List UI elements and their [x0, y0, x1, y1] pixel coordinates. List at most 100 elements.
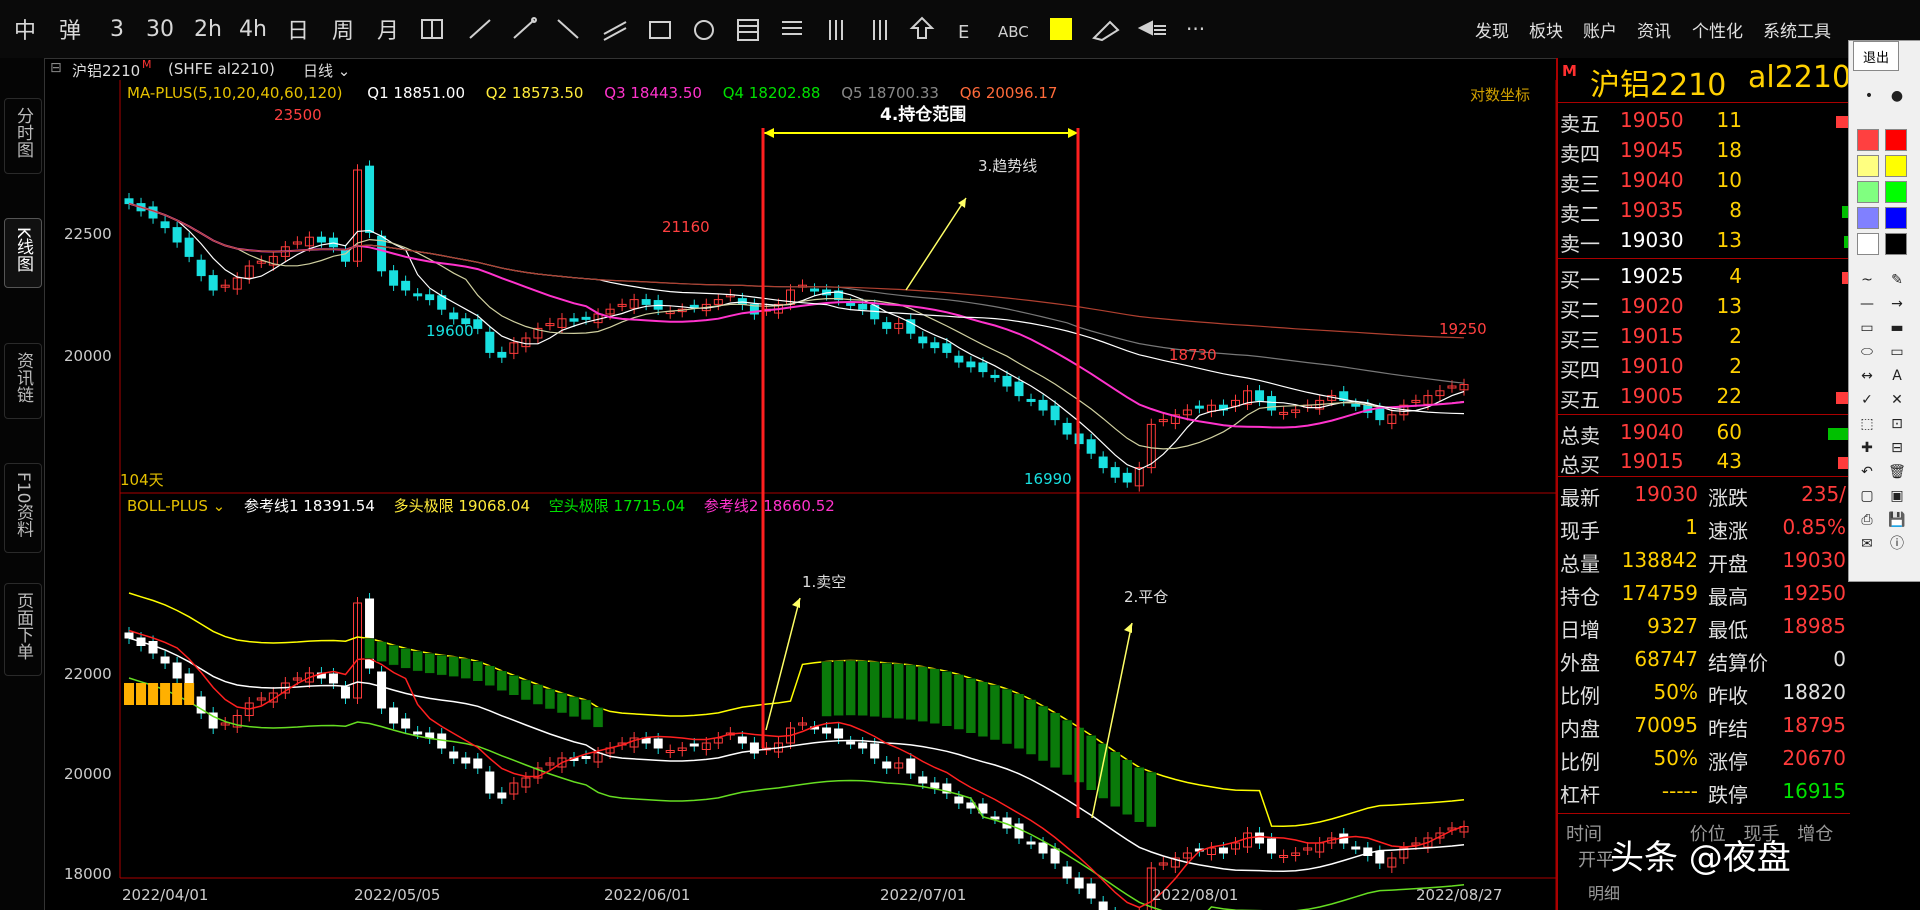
copy-icon[interactable]: ▢	[1855, 485, 1879, 507]
boll-histogram-bar	[1049, 712, 1061, 768]
color-swatch[interactable]	[1885, 233, 1907, 255]
trash-icon[interactable]: 🗑	[1885, 461, 1909, 483]
candle-body	[124, 198, 134, 205]
print-icon[interactable]: ⎙	[1855, 509, 1879, 531]
stat-value-right: 20670	[1782, 746, 1846, 770]
period-30min-button[interactable]: 30	[145, 10, 175, 48]
candle-body	[990, 374, 1000, 378]
book-row[interactable]: 买一 19025 4	[1558, 262, 1850, 292]
menu-sector[interactable]: 板块	[1529, 17, 1563, 42]
stat-label-right: 涨停	[1708, 750, 1748, 774]
minus-icon[interactable]: ⊟	[1885, 437, 1909, 459]
candle-body	[389, 270, 399, 286]
x-date-aug: 2022/08/01	[1152, 886, 1238, 904]
candle-body	[1050, 405, 1060, 421]
paste-icon[interactable]: ▣	[1885, 485, 1909, 507]
book-row[interactable]: 卖四 19045 18	[1558, 136, 1850, 166]
book-row[interactable]: 卖一 19030 13	[1558, 226, 1850, 256]
book-row[interactable]: 买三 19015 2	[1558, 322, 1850, 352]
candle-body	[497, 351, 507, 358]
large-dot-icon[interactable]: ●	[1885, 85, 1909, 107]
cross-icon[interactable]: ✕	[1885, 389, 1909, 411]
crosshair-tool[interactable]: 中	[10, 10, 40, 48]
color-swatch[interactable]	[1857, 233, 1879, 255]
save-icon[interactable]: 💾	[1885, 509, 1909, 531]
book-row[interactable]: 买二 19020 13	[1558, 292, 1850, 322]
kline-chart[interactable]: 22500 20000 22000 20000 18000 2022/04/01…	[44, 58, 1556, 910]
tab-time-chart[interactable]: 分时图	[4, 98, 42, 174]
pen-icon[interactable]: ✎	[1885, 269, 1909, 291]
ticks-col-oc: 开平	[1578, 850, 1614, 871]
stat-value-right: 18795	[1782, 713, 1846, 737]
curve-icon[interactable]: ~	[1855, 269, 1879, 291]
menu-discover[interactable]: 发现	[1475, 17, 1509, 42]
candle-body	[1098, 456, 1108, 469]
candle-body	[930, 342, 940, 349]
book-row[interactable]: 卖五 19050 11	[1558, 106, 1850, 136]
text-tool-icon: ABC	[998, 23, 1029, 41]
undo-icon[interactable]: ↶	[1855, 461, 1879, 483]
period-day-button[interactable]: 日	[283, 10, 313, 48]
book-row[interactable]: 买五 19005 22	[1558, 382, 1850, 412]
check-icon[interactable]: ✓	[1855, 389, 1879, 411]
select-icon[interactable]: ⬚	[1855, 413, 1879, 435]
menu-system-tools[interactable]: 系统工具	[1763, 17, 1831, 42]
book-row[interactable]: 卖三 19040 10	[1558, 166, 1850, 196]
period-2h-button[interactable]: 2h	[193, 10, 223, 48]
menu-account[interactable]: 账户	[1583, 17, 1617, 42]
tab-info-chain[interactable]: 资讯链	[4, 343, 42, 419]
book-row[interactable]: 总买 19015 43	[1558, 447, 1850, 477]
ellipse-icon[interactable]: ⬭	[1855, 341, 1879, 363]
stat-row: 内盘 70095 昨结 18795	[1558, 711, 1850, 744]
stat-value-right: 16915	[1782, 779, 1846, 803]
draw-palette[interactable]: 退出 • ● ~ ✎ — → ▭ ▬ ⬭ ▭ ↔ A ✓ ✕ ⬚ ⊡ ✚ ⊟ ↶ 🗑 ▢ ▣ ⎙ 💾 ✉ ⓘ	[1848, 40, 1920, 582]
drawing-tools[interactable]: E ABC ···	[418, 14, 1218, 46]
book-price: 19025	[1620, 264, 1684, 288]
tab-order[interactable]: 页面下单	[4, 583, 42, 676]
color-swatch[interactable]	[1885, 207, 1907, 229]
period-4h-button[interactable]: 4h	[238, 10, 268, 48]
ticks-detail-tab[interactable]: 明细	[1588, 880, 1620, 904]
color-swatch[interactable]	[1857, 129, 1879, 151]
exit-button[interactable]: 退出	[1853, 41, 1899, 71]
color-swatch[interactable]	[1857, 181, 1879, 203]
filled-rect-icon[interactable]: ▬	[1885, 317, 1909, 339]
candle-body	[641, 299, 651, 305]
color-swatch[interactable]	[1885, 181, 1907, 203]
color-swatch[interactable]	[1857, 155, 1879, 177]
line-icon[interactable]: —	[1855, 293, 1879, 315]
book-row[interactable]: 总卖 19040 60	[1558, 418, 1850, 448]
round-rect-icon[interactable]: ▭	[1885, 341, 1909, 363]
color-swatch[interactable]	[1885, 155, 1907, 177]
double-arrow-icon[interactable]: ↔	[1855, 365, 1879, 387]
candle-body	[497, 792, 507, 799]
book-price: 19035	[1620, 198, 1684, 222]
period-3min-button[interactable]: 3	[102, 10, 132, 48]
stat-value-right: 0.85%	[1782, 515, 1846, 539]
menu-news[interactable]: 资讯	[1637, 17, 1671, 42]
pop-tool[interactable]: 弹	[55, 10, 85, 48]
menu-personalize[interactable]: 个性化	[1692, 17, 1743, 42]
tab-f10[interactable]: F10资料	[4, 463, 42, 554]
candle-body	[846, 302, 856, 306]
info-icon[interactable]: ⓘ	[1885, 533, 1909, 555]
period-week-button[interactable]: 周	[328, 10, 358, 48]
text-icon[interactable]: A	[1885, 365, 1909, 387]
color-swatch[interactable]	[1857, 207, 1879, 229]
arrow-icon[interactable]: →	[1885, 293, 1909, 315]
dot-icon[interactable]: •	[1857, 85, 1881, 107]
rect-icon[interactable]: ▭	[1855, 317, 1879, 339]
add-icon[interactable]: ✚	[1855, 437, 1879, 459]
book-row[interactable]: 买四 19010 2	[1558, 352, 1850, 382]
price-18730-label: 18730	[1169, 346, 1217, 364]
period-month-button[interactable]: 月	[373, 10, 403, 48]
tab-kline-chart[interactable]: K线图	[4, 218, 42, 289]
candle-body	[1062, 422, 1072, 435]
mail-icon[interactable]: ✉	[1855, 533, 1879, 555]
book-label: 卖四	[1560, 142, 1600, 166]
book-row[interactable]: 卖二 19035 8	[1558, 196, 1850, 226]
candle-body	[581, 756, 591, 759]
zoom-icon[interactable]: ⊡	[1885, 413, 1909, 435]
color-swatch[interactable]	[1885, 129, 1907, 151]
candle-body	[1194, 405, 1204, 409]
